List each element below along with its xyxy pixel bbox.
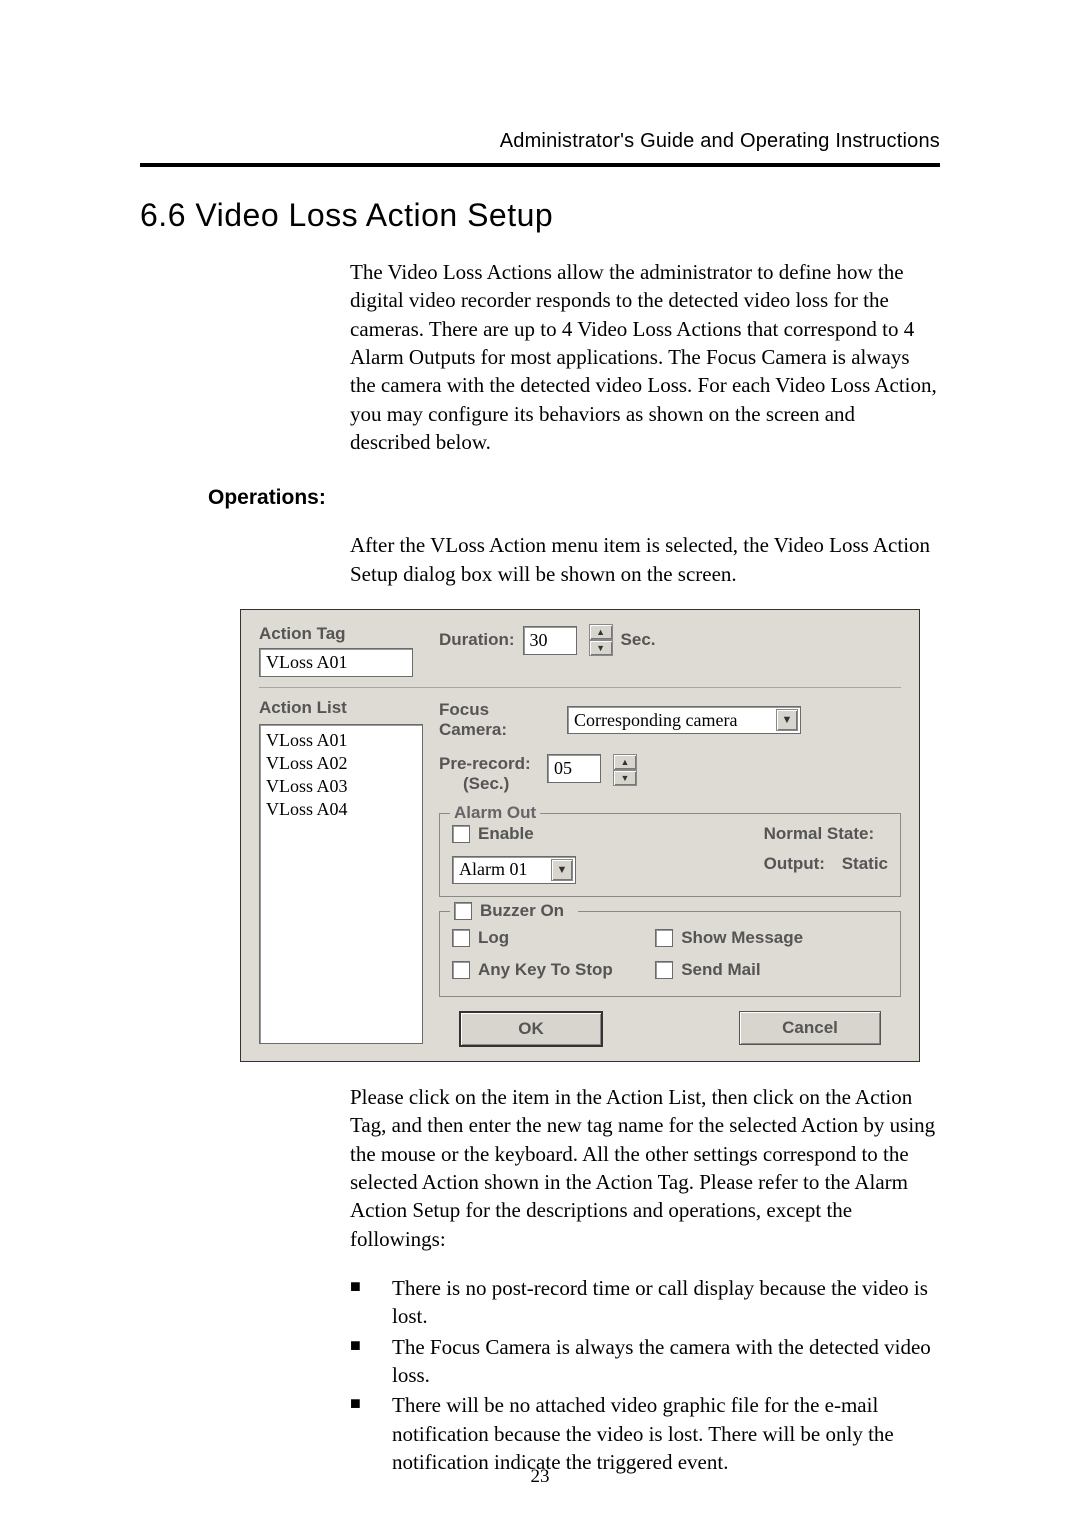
ok-button[interactable]: OK [459, 1011, 603, 1047]
action-list-label: Action List [259, 698, 429, 718]
page-number: 23 [0, 1466, 1080, 1488]
checkbox-icon [452, 961, 470, 979]
duration-spinner[interactable]: ▲ ▼ [587, 624, 613, 656]
alarm-select[interactable]: Alarm 01 ▼ [452, 856, 576, 884]
log-checkbox[interactable]: Log [452, 928, 509, 948]
action-tag-input[interactable]: VLoss A01 [259, 648, 413, 677]
dialog-divider [259, 687, 901, 688]
alarm-select-value: Alarm 01 [459, 859, 549, 880]
bullet-list: There is no post-record time or call dis… [350, 1274, 940, 1476]
spin-up-icon[interactable]: ▲ [613, 754, 637, 770]
header-rule [140, 163, 940, 167]
enable-label: Enable [478, 824, 534, 844]
anykey-checkbox[interactable]: Any Key To Stop [452, 960, 613, 980]
output-label: Output: [764, 854, 825, 873]
options-group: Buzzer On Log Any Key To Stop [439, 911, 901, 997]
operations-paragraph: After the VLoss Action menu item is sele… [350, 531, 940, 588]
list-item[interactable]: VLoss A02 [266, 752, 416, 775]
vloss-action-dialog: Action Tag VLoss A01 Duration: 30 ▲ ▼ Se… [240, 609, 920, 1062]
pre-record-label: Pre-record: [439, 754, 531, 773]
spin-up-icon[interactable]: ▲ [589, 624, 613, 640]
list-item[interactable]: VLoss A01 [266, 729, 416, 752]
running-head: Administrator's Guide and Operating Inst… [140, 130, 940, 153]
list-item: The Focus Camera is always the camera wi… [350, 1333, 940, 1390]
checkbox-icon [655, 961, 673, 979]
pre-record-unit: (Sec.) [463, 774, 509, 793]
section-title: 6.6 Video Loss Action Setup [140, 197, 940, 234]
pre-record-input[interactable]: 05 [547, 754, 601, 783]
sec-label: Sec. [621, 630, 656, 650]
alarm-out-group: Alarm Out Enable Alarm 01 ▼ [439, 813, 901, 897]
checkbox-icon [655, 929, 673, 947]
instructions-paragraph: Please click on the item in the Action L… [350, 1083, 940, 1253]
duration-input[interactable]: 30 [523, 626, 577, 655]
buzzer-label: Buzzer On [480, 901, 564, 921]
spin-down-icon[interactable]: ▼ [613, 770, 637, 786]
chevron-down-icon[interactable]: ▼ [776, 709, 798, 731]
anykey-label: Any Key To Stop [478, 960, 613, 980]
alarm-out-legend: Alarm Out [450, 803, 540, 823]
intro-paragraph: The Video Loss Actions allow the adminis… [350, 258, 940, 456]
chevron-down-icon[interactable]: ▼ [551, 859, 573, 881]
log-label: Log [478, 928, 509, 948]
showmsg-checkbox[interactable]: Show Message [655, 928, 803, 948]
duration-label: Duration: [439, 630, 515, 650]
pre-record-spinner[interactable]: ▲ ▼ [611, 754, 637, 786]
action-listbox[interactable]: VLoss A01 VLoss A02 VLoss A03 VLoss A04 [259, 724, 423, 1044]
checkbox-icon [452, 929, 470, 947]
sendmail-checkbox[interactable]: Send Mail [655, 960, 760, 980]
buzzer-checkbox[interactable]: Buzzer On [454, 901, 564, 921]
cancel-button[interactable]: Cancel [739, 1011, 881, 1045]
focus-camera-select[interactable]: Corresponding camera ▼ [567, 706, 801, 734]
list-item: There will be no attached video graphic … [350, 1391, 940, 1476]
normal-state-label: Normal State: [764, 824, 888, 844]
focus-camera-value: Corresponding camera [574, 710, 774, 731]
action-tag-label: Action Tag [259, 624, 429, 644]
list-item[interactable]: VLoss A03 [266, 775, 416, 798]
spin-down-icon[interactable]: ▼ [589, 640, 613, 656]
list-item: There is no post-record time or call dis… [350, 1274, 940, 1331]
output-value: Static [842, 854, 888, 873]
showmsg-label: Show Message [681, 928, 803, 948]
list-item[interactable]: VLoss A04 [266, 798, 416, 821]
checkbox-icon [452, 825, 470, 843]
enable-checkbox[interactable]: Enable [452, 824, 534, 844]
sendmail-label: Send Mail [681, 960, 760, 980]
focus-camera-label: Focus Camera: [439, 700, 559, 740]
operations-heading: Operations: [208, 486, 940, 510]
checkbox-icon [454, 902, 472, 920]
